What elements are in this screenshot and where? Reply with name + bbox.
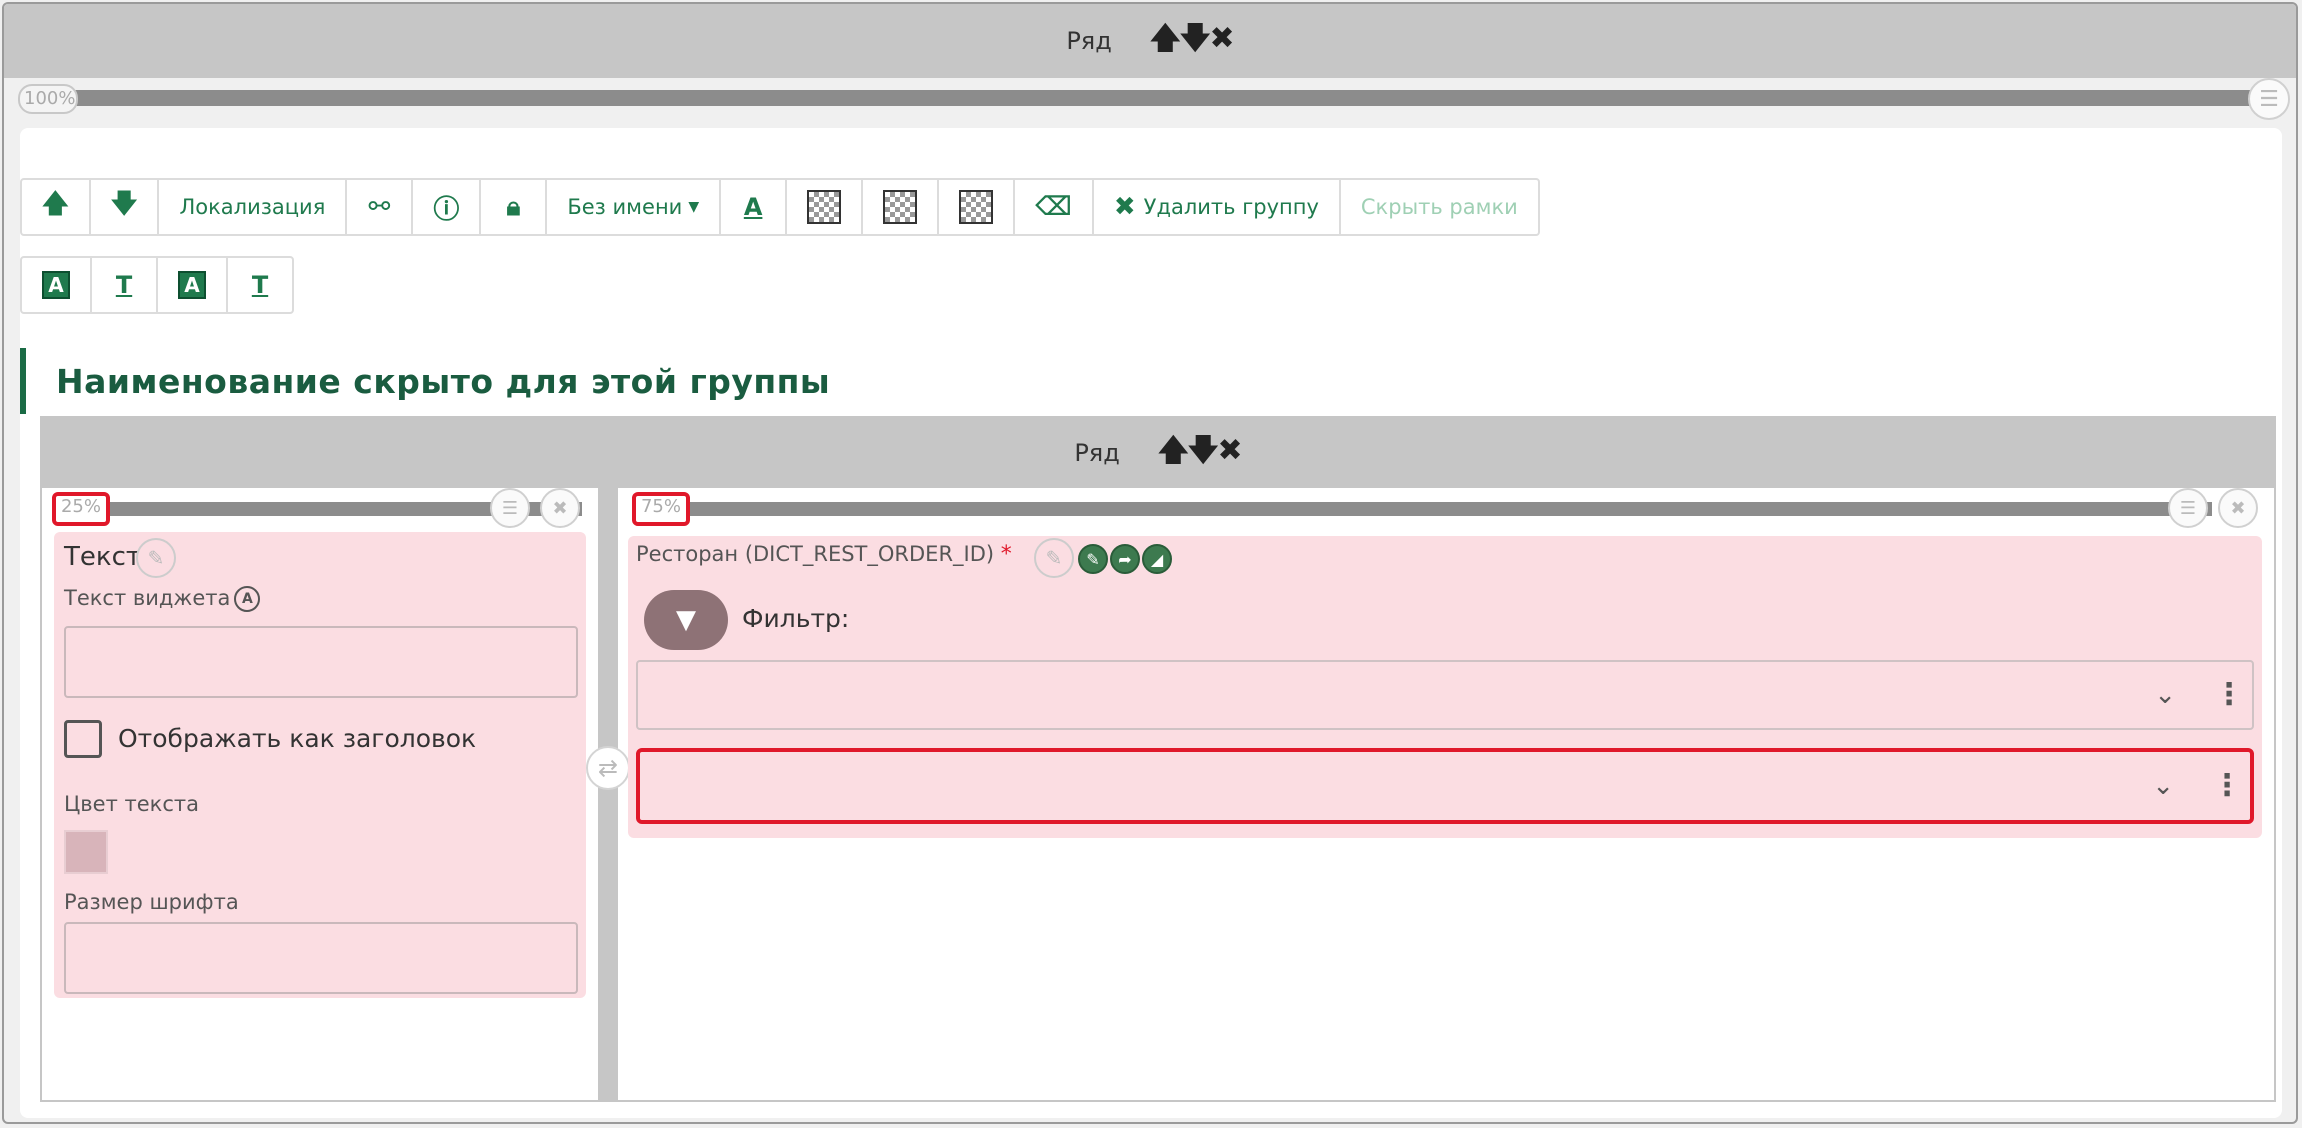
filter-icon: ▼ xyxy=(676,605,696,635)
more-vertical-icon[interactable]: ⋮ xyxy=(2214,680,2244,710)
background-1-button[interactable] xyxy=(785,178,864,236)
outer-width-slider[interactable] xyxy=(56,90,2256,106)
name-dropdown[interactable]: Без имени ▼ xyxy=(545,178,722,236)
inner-row-label: Ряд xyxy=(1074,439,1120,467)
body-text-button[interactable]: T xyxy=(226,256,294,314)
binoculars-button[interactable]: ⚯ xyxy=(345,178,414,236)
left-col-close-icon[interactable]: ✖ xyxy=(540,488,580,528)
group-toolbar: 🡅 🡇 Локализация ⚯ ⓘ 🔒︎ Без имени ▼ A ⌫ ✖ У… xyxy=(20,178,1540,236)
eraser-icon: ⌫ xyxy=(1035,192,1072,222)
localization-button[interactable]: Локализация xyxy=(157,178,348,236)
restaurant-field-label-text: Ресторан (DICT_REST_ORDER_ID) xyxy=(636,542,995,566)
text-color-label: Цвет текста xyxy=(64,792,199,816)
edit-widget-icon[interactable]: ✎ xyxy=(136,538,176,578)
more-vertical-icon[interactable]: ⋮ xyxy=(2212,771,2242,801)
eraser-button[interactable]: ⌫ xyxy=(1013,178,1094,236)
chevron-down-icon[interactable]: ⌄ xyxy=(2154,680,2176,710)
close-icon: ✖ xyxy=(1113,192,1136,222)
title-bg-button[interactable]: A xyxy=(20,256,92,314)
restaurant-select-2[interactable]: ⌄ ⋮ xyxy=(636,748,2254,824)
editor-frame: Ряд 🡅🡇✖ 100% ☰ 🡅 🡇 Локализация ⚯ ⓘ 🔒︎ Бе… xyxy=(2,2,2298,1124)
inner-row: Ряд 🡅🡇✖ 25% ☰ ✖ Текст ✎ Текст виджета A О… xyxy=(40,416,2276,1102)
text-style-toolbar: A T A T xyxy=(20,256,294,314)
outer-row-header: Ряд 🡅🡇✖ xyxy=(4,4,2296,78)
widget-title: Текст xyxy=(64,542,142,572)
move-up-icon[interactable]: 🡅 xyxy=(1150,16,1181,67)
forward-icon[interactable]: ➦ xyxy=(1110,544,1140,574)
edit-field-icon[interactable]: ✎ xyxy=(1034,538,1074,578)
underlined-t-icon: T xyxy=(251,271,269,299)
arrow-down-icon: 🡇 xyxy=(110,189,138,219)
title-text-button[interactable]: T xyxy=(90,256,158,314)
arrow-up-icon: 🡅 xyxy=(42,189,69,219)
widget-text-label: Текст виджета A xyxy=(64,586,261,612)
body-bg-button[interactable]: A xyxy=(156,256,228,314)
remove-row-icon[interactable]: ✖ xyxy=(1218,433,1243,468)
info-icon: ⓘ xyxy=(433,194,460,225)
binoculars-icon: ⚯ xyxy=(368,192,391,222)
delete-group-button[interactable]: ✖ Удалить группу xyxy=(1091,178,1341,236)
font-size-input[interactable] xyxy=(64,922,578,994)
transparent-bg-icon xyxy=(807,190,842,224)
outer-row-label: Ряд xyxy=(1066,27,1112,55)
show-as-heading-label: Отображать как заголовок xyxy=(118,724,477,753)
left-col-align-icon[interactable]: ☰ xyxy=(490,488,530,528)
info-button[interactable]: ⓘ xyxy=(411,178,482,236)
required-mark: * xyxy=(1000,542,1012,567)
text-color-button[interactable]: A xyxy=(719,178,788,236)
hide-borders-button[interactable]: Скрыть рамки xyxy=(1338,178,1540,236)
outer-row-controls: 🡅🡇✖ xyxy=(1150,16,1235,67)
column-divider[interactable] xyxy=(598,488,618,1100)
localization-a-icon[interactable]: A xyxy=(234,586,261,612)
show-as-heading-checkbox[interactable] xyxy=(64,720,102,758)
eraser-icon[interactable]: ◢ xyxy=(1142,544,1172,574)
swap-columns-icon[interactable]: ⇄ xyxy=(586,746,630,790)
restaurant-field-card: Ресторан (DICT_REST_ORDER_ID) * ✎ ✎ ➦ ◢ … xyxy=(628,536,2262,838)
remove-row-icon[interactable]: ✖ xyxy=(1210,21,1235,56)
move-down-icon[interactable]: 🡇 xyxy=(1188,428,1219,479)
inner-row-controls: 🡅🡇✖ xyxy=(1158,428,1243,479)
restaurant-field-label: Ресторан (DICT_REST_ORDER_ID) * xyxy=(636,542,1012,567)
text-color-swatch[interactable] xyxy=(64,830,108,874)
caret-down-icon: ▼ xyxy=(688,199,700,215)
filter-label: Фильтр: xyxy=(742,604,850,633)
group-title: Наименование скрыто для этой группы xyxy=(20,348,830,414)
transparent-bg-icon xyxy=(959,190,994,224)
left-col-width-badge[interactable]: 25% xyxy=(52,492,110,526)
outer-width-badge[interactable]: 100% xyxy=(18,84,78,114)
boxed-a-icon: A xyxy=(178,271,206,299)
outer-align-icon[interactable]: ☰ xyxy=(2248,78,2290,120)
inner-row-header: Ряд 🡅🡇✖ xyxy=(42,418,2274,488)
background-2-button[interactable] xyxy=(861,178,940,236)
widget-text-label-text: Текст виджета xyxy=(64,586,231,610)
move-group-up-button[interactable]: 🡅 xyxy=(20,178,91,236)
restaurant-select-1[interactable]: ⌄ ⋮ xyxy=(636,660,2254,730)
transparent-bg-icon xyxy=(883,190,918,224)
move-down-icon[interactable]: 🡇 xyxy=(1180,16,1211,67)
text-widget-card: Текст ✎ Текст виджета A Отображать как за… xyxy=(54,532,586,998)
text-color-icon: A xyxy=(743,193,763,221)
widget-text-input[interactable] xyxy=(64,626,578,698)
name-dropdown-label: Без имени xyxy=(567,195,683,219)
filter-button[interactable]: ▼ xyxy=(644,590,728,650)
lock-icon: 🔒︎ xyxy=(506,191,521,222)
font-size-label: Размер шрифта xyxy=(64,890,239,914)
underlined-t-icon: T xyxy=(115,271,133,299)
pencil-icon[interactable]: ✎ xyxy=(1078,544,1108,574)
right-col-align-icon[interactable]: ☰ xyxy=(2168,488,2208,528)
chevron-down-icon[interactable]: ⌄ xyxy=(2152,771,2174,801)
delete-group-label: Удалить группу xyxy=(1143,195,1319,219)
right-col-close-icon[interactable]: ✖ xyxy=(2218,488,2258,528)
move-group-down-button[interactable]: 🡇 xyxy=(88,178,160,236)
right-col-width-slider[interactable] xyxy=(672,502,2212,516)
right-col-width-badge[interactable]: 75% xyxy=(632,492,690,526)
move-up-icon[interactable]: 🡅 xyxy=(1158,428,1189,479)
lock-button[interactable]: 🔒︎ xyxy=(479,178,548,236)
boxed-a-icon: A xyxy=(42,271,70,299)
background-3-button[interactable] xyxy=(937,178,1016,236)
